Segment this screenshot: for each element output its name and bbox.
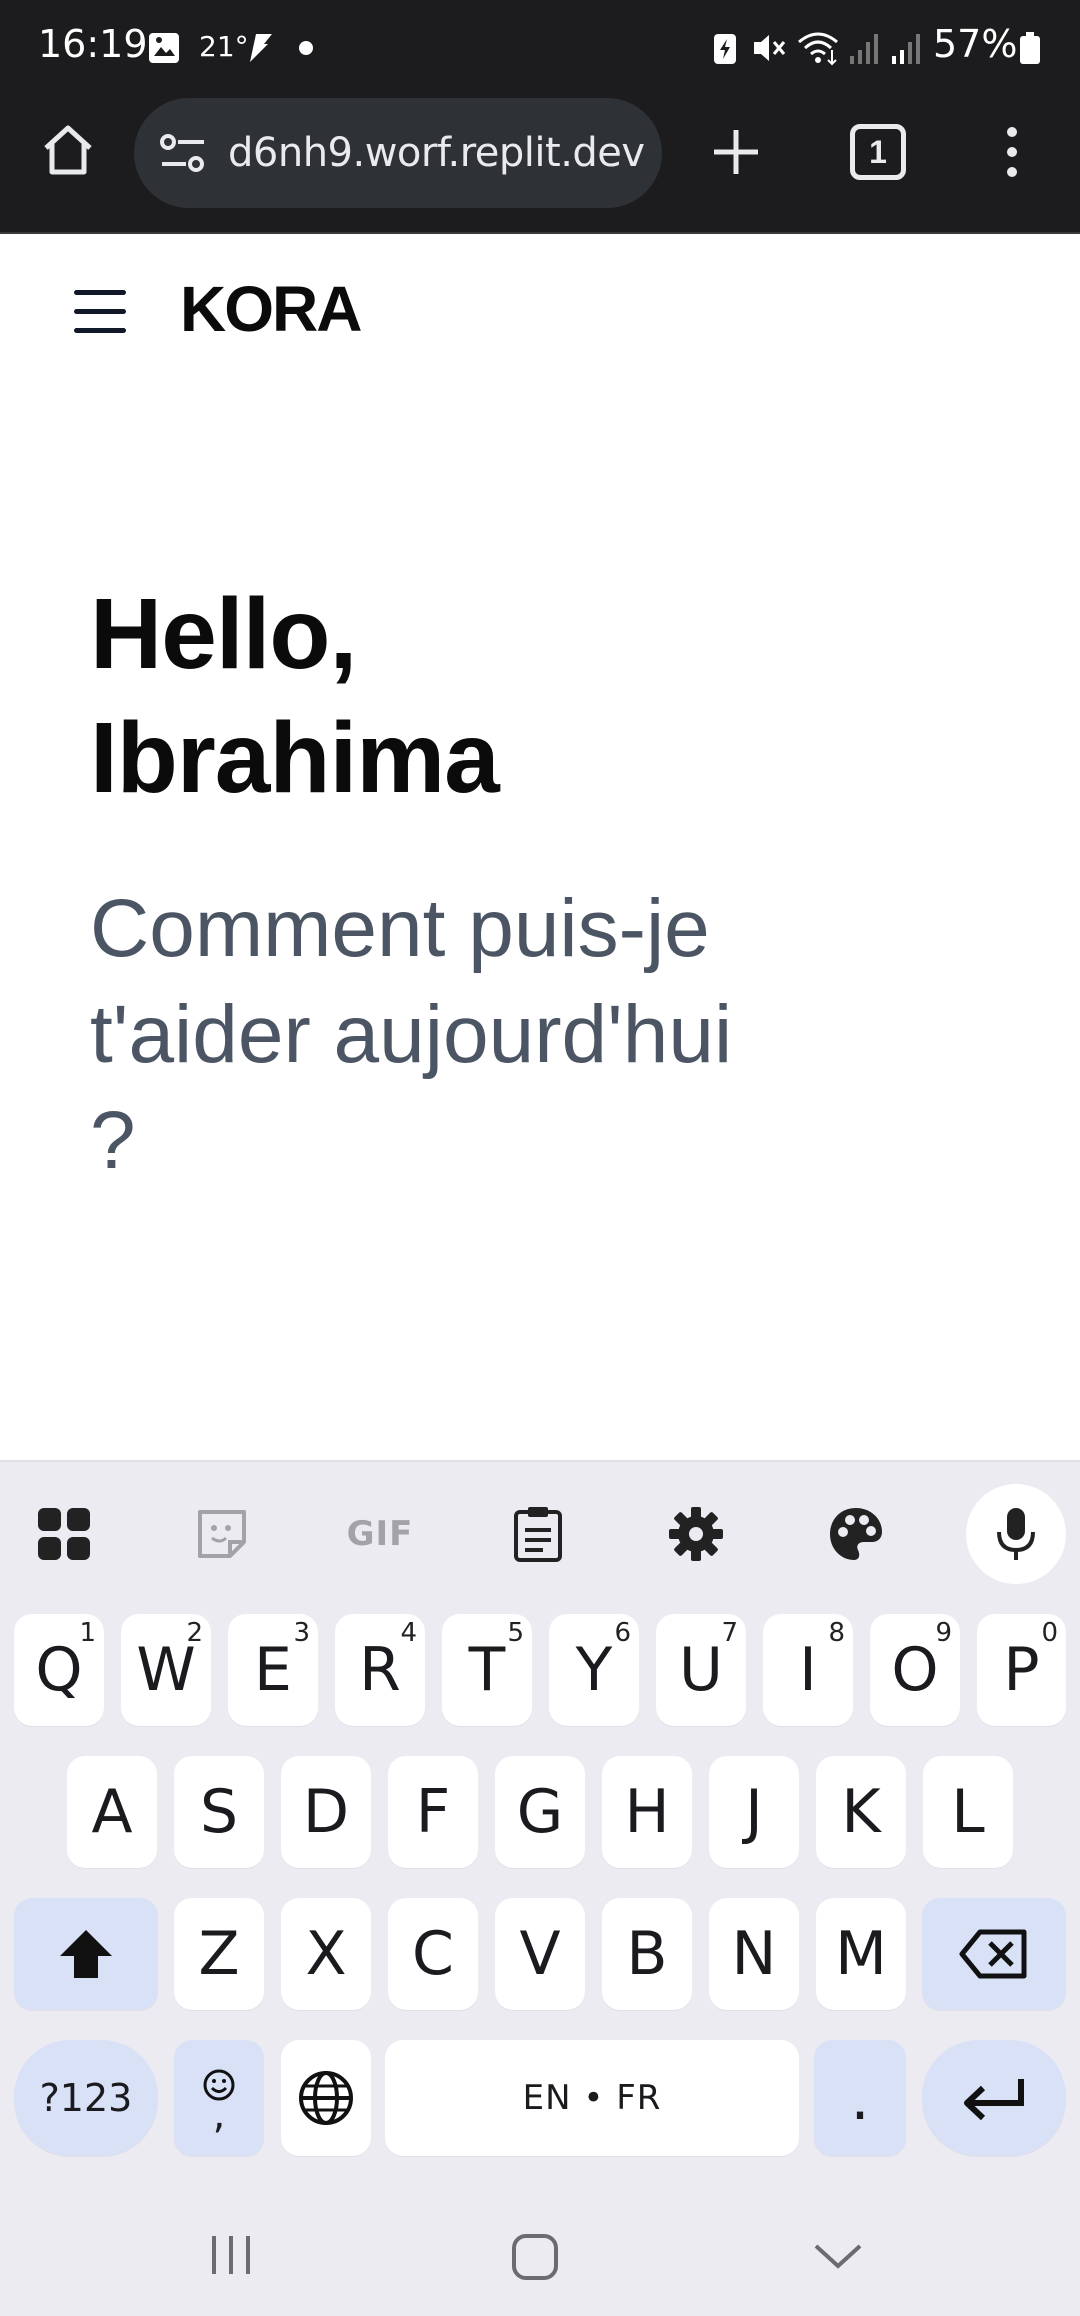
globe-icon — [299, 2071, 353, 2125]
signal-app-icon — [250, 34, 272, 62]
shift-key[interactable] — [14, 1898, 158, 2010]
status-time: 16:19 — [38, 22, 148, 66]
cell-signal-icon — [850, 34, 878, 64]
wifi-icon — [798, 32, 838, 66]
battery-percentage: 57% — [933, 22, 1018, 66]
key-j[interactable]: J — [709, 1756, 799, 1868]
key-y[interactable]: Y6 — [549, 1614, 639, 1726]
tab-switcher-icon[interactable]: 1 — [850, 124, 906, 180]
key-k[interactable]: K — [816, 1756, 906, 1868]
greeting-line-1: Hello, — [90, 578, 357, 690]
period-key[interactable]: . — [814, 2040, 906, 2156]
key-t[interactable]: T5 — [442, 1614, 532, 1726]
microphone-icon[interactable] — [966, 1484, 1066, 1584]
status-bar: 16:19 21° 57% — [0, 0, 1080, 96]
key-x[interactable]: X — [281, 1898, 371, 2010]
clipboard-icon[interactable] — [488, 1484, 588, 1584]
language-key[interactable] — [281, 2040, 371, 2156]
enter-key[interactable] — [922, 2040, 1066, 2156]
mute-icon — [754, 35, 786, 61]
key-e[interactable]: E3 — [228, 1614, 318, 1726]
palette-icon[interactable] — [806, 1484, 906, 1584]
system-nav-bar — [0, 2190, 1080, 2316]
app-header: KORA — [0, 236, 1080, 386]
key-g[interactable]: G — [495, 1756, 585, 1868]
key-s[interactable]: S — [174, 1756, 264, 1868]
url-text: d6nh9.worf.replit.dev — [228, 130, 645, 176]
space-bar[interactable]: EN • FR — [385, 2040, 799, 2156]
battery-saver-icon — [714, 34, 736, 64]
greeting-subtitle: Comment puis-je t'aider aujourd'hui ? — [90, 883, 733, 1186]
back-icon[interactable] — [812, 2240, 864, 2272]
more-menu-icon[interactable] — [990, 122, 1034, 182]
backspace-key[interactable] — [922, 1898, 1066, 2010]
key-d[interactable]: D — [281, 1756, 371, 1868]
key-b[interactable]: B — [602, 1898, 692, 2010]
key-o[interactable]: O9 — [870, 1614, 960, 1726]
backspace-icon — [959, 1929, 1027, 1979]
key-p[interactable]: P0 — [977, 1614, 1066, 1726]
gif-label: GIF — [346, 1514, 414, 1554]
key-u[interactable]: U7 — [656, 1614, 746, 1726]
tab-count: 1 — [869, 133, 887, 170]
home-button-icon[interactable] — [510, 2232, 560, 2282]
keyboard-toolbar: GIF — [0, 1462, 1080, 1592]
enter-icon — [964, 2079, 1024, 2121]
on-screen-keyboard: GIF Q 1 W 2 E 3 R 4 T 5 Y 6 U 7 I 8 O 9 … — [0, 1460, 1080, 2316]
status-temperature: 21° — [199, 30, 249, 63]
emoji-comma-key[interactable]: , — [174, 2040, 264, 2156]
greeting-heading: Hello, Ibrahima — [90, 572, 990, 820]
key-w[interactable]: W2 — [121, 1614, 211, 1726]
settings-gear-icon[interactable] — [646, 1484, 746, 1584]
key-r[interactable]: R4 — [335, 1614, 425, 1726]
key-l[interactable]: L — [923, 1756, 1013, 1868]
key-h[interactable]: H — [602, 1756, 692, 1868]
apps-grid-icon[interactable] — [14, 1484, 114, 1584]
gif-button[interactable]: GIF — [330, 1484, 430, 1584]
key-v[interactable]: V — [495, 1898, 585, 2010]
key-a[interactable]: A — [67, 1756, 157, 1868]
dot-icon — [299, 41, 313, 55]
home-icon[interactable] — [38, 120, 98, 180]
cell-signal-icon — [892, 34, 920, 64]
new-tab-icon[interactable] — [706, 122, 766, 182]
browser-toolbar: d6nh9.worf.replit.dev 1 — [0, 96, 1080, 234]
brand-logo: KORA — [180, 273, 362, 345]
sticker-icon[interactable] — [172, 1484, 272, 1584]
key-f[interactable]: F — [388, 1756, 478, 1868]
comma-label: , — [212, 2092, 226, 2138]
key-n[interactable]: N — [709, 1898, 799, 2010]
battery-icon — [1020, 32, 1040, 64]
greeting-line-2: Ibrahima — [90, 702, 500, 814]
key-c[interactable]: C — [388, 1898, 478, 2010]
key-i[interactable]: I8 — [763, 1614, 853, 1726]
shift-icon — [60, 1930, 112, 1978]
site-settings-icon[interactable] — [156, 128, 212, 178]
menu-icon[interactable] — [74, 290, 128, 334]
recent-apps-icon[interactable] — [206, 2232, 256, 2278]
symbols-key[interactable]: ?123 — [14, 2040, 158, 2156]
key-z[interactable]: Z — [174, 1898, 264, 2010]
key-m[interactable]: M — [816, 1898, 906, 2010]
gallery-icon — [149, 33, 179, 63]
key-q[interactable]: Q1 — [14, 1614, 104, 1726]
address-bar[interactable]: d6nh9.worf.replit.dev — [134, 98, 662, 208]
